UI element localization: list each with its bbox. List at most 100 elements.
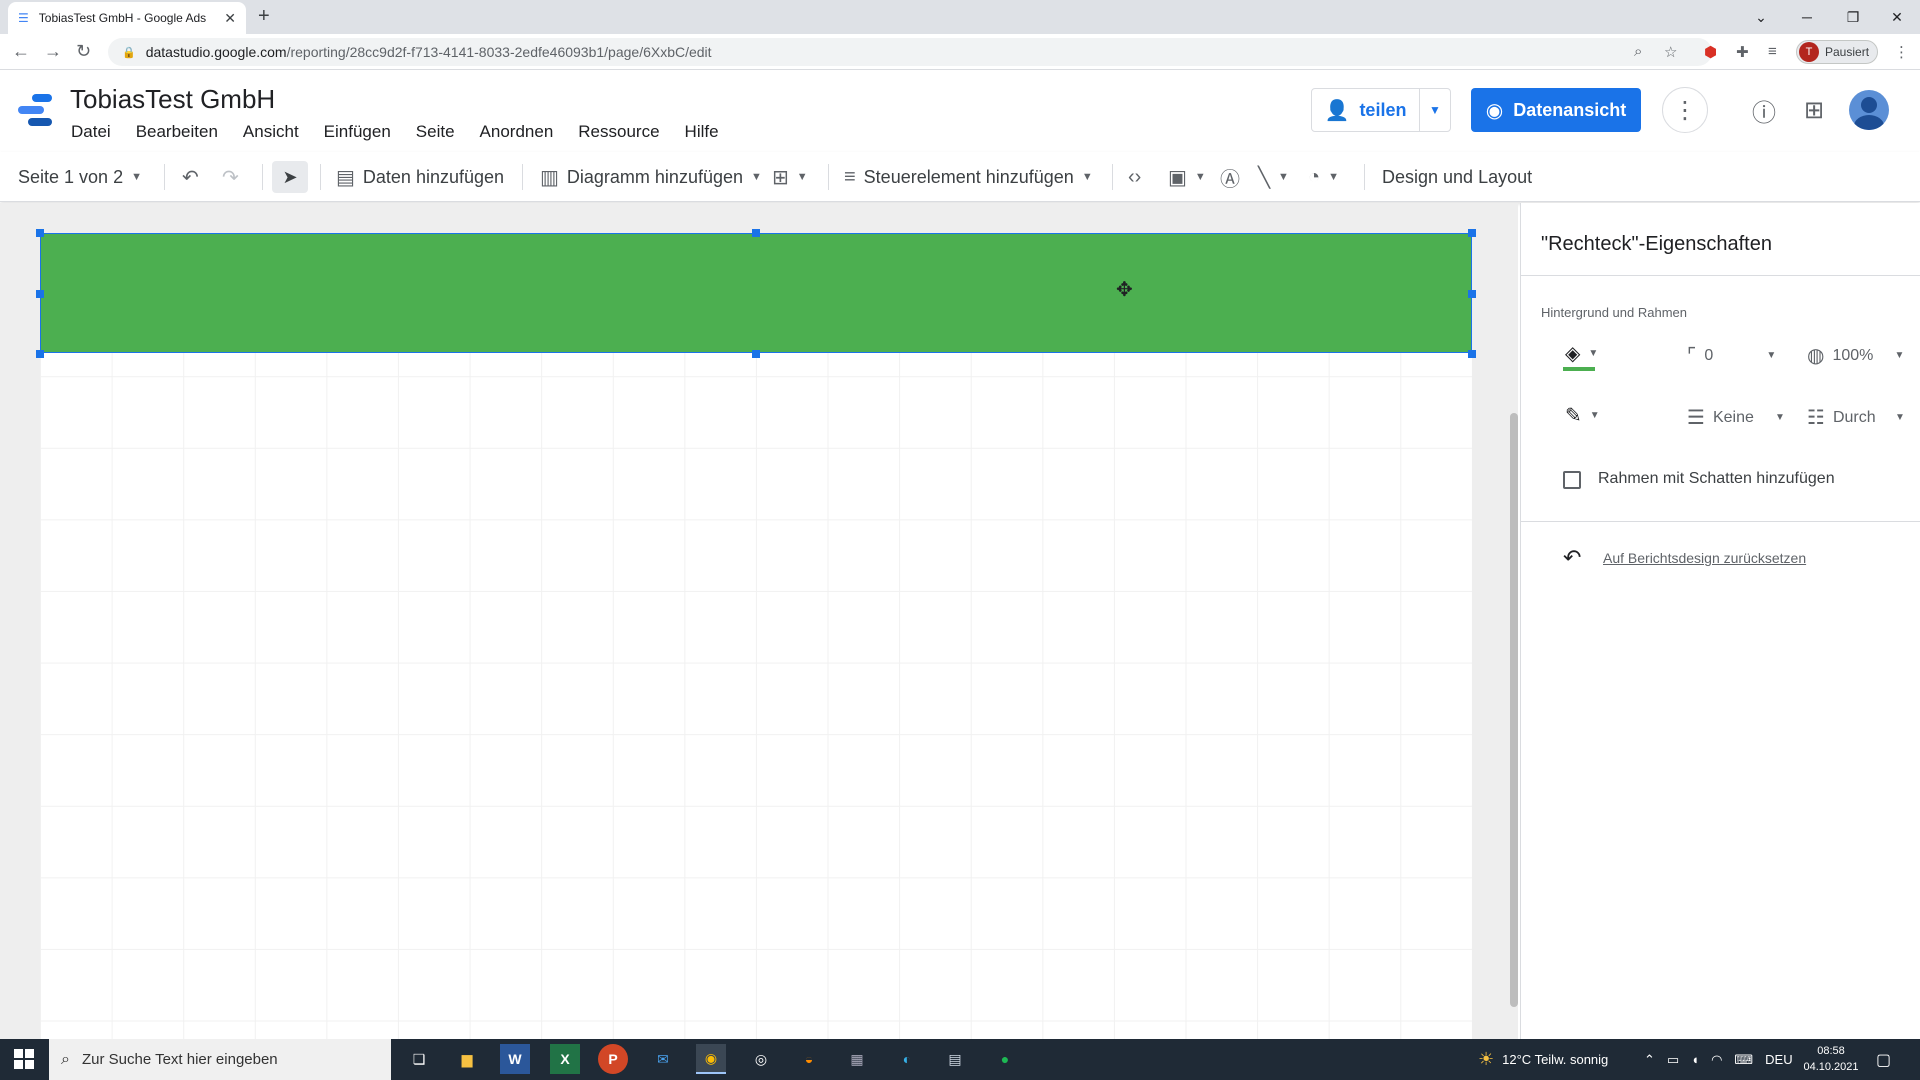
resize-handle-top-right[interactable] bbox=[1468, 229, 1476, 237]
app-icon[interactable]: ◒ bbox=[794, 1044, 824, 1074]
word-icon[interactable]: W bbox=[500, 1044, 530, 1074]
reset-theme-link[interactable]: Auf Berichtsdesign zurücksetzen bbox=[1603, 550, 1806, 566]
language-indicator[interactable]: DEU bbox=[1765, 1052, 1792, 1067]
share-dropdown-icon[interactable]: ▼ bbox=[1420, 103, 1450, 117]
theme-layout-label: Design und Layout bbox=[1382, 166, 1533, 187]
edge-icon[interactable]: ◐ bbox=[892, 1044, 922, 1074]
share-button[interactable]: 👤 teilen bbox=[1312, 89, 1420, 131]
embed-url-button[interactable]: ‹› bbox=[1128, 152, 1141, 202]
windows-start-icon[interactable] bbox=[14, 1049, 34, 1069]
reload-icon[interactable]: ↻ bbox=[76, 41, 91, 62]
filter-icon: ≡ bbox=[844, 165, 856, 188]
excel-icon[interactable]: X bbox=[550, 1044, 580, 1074]
obs-icon[interactable]: ◎ bbox=[746, 1044, 776, 1074]
back-icon[interactable]: ← bbox=[12, 41, 30, 62]
chevron-down-icon: ▼ bbox=[751, 171, 762, 183]
resize-handle-top[interactable] bbox=[752, 229, 760, 237]
canvas-scrollbar[interactable] bbox=[1510, 413, 1518, 1007]
spotify-icon[interactable]: ● bbox=[990, 1044, 1020, 1074]
chrome-icon[interactable]: ◉ bbox=[696, 1044, 726, 1074]
mail-icon[interactable]: ✉ bbox=[648, 1044, 678, 1074]
menu-anordnen[interactable]: Anordnen bbox=[480, 122, 554, 142]
report-title[interactable]: TobiasTest GmbH bbox=[70, 84, 275, 115]
resize-handle-right[interactable] bbox=[1468, 290, 1476, 298]
add-control-button[interactable]: ≡ Steuerelement hinzufügen ▼ bbox=[844, 152, 1093, 202]
minimize-icon[interactable]: ─ bbox=[1784, 0, 1830, 34]
select-tool-button[interactable]: ➤ bbox=[272, 161, 308, 193]
shape-button[interactable]: ◔ ▼ bbox=[1308, 152, 1339, 202]
datastudio-favicon-icon: ☰ bbox=[18, 11, 29, 25]
add-chart-button[interactable]: ▥ Diagramm hinzufügen ▼ bbox=[540, 152, 762, 202]
border-radius-select[interactable]: ⌜ 0 ▼ bbox=[1687, 343, 1776, 368]
theme-layout-button[interactable]: Design und Layout bbox=[1382, 152, 1532, 202]
shadow-checkbox[interactable] bbox=[1563, 471, 1581, 489]
resize-handle-top-left[interactable] bbox=[36, 229, 44, 237]
border-weight-select[interactable]: ☰ Keine ▼ bbox=[1687, 405, 1785, 430]
notifications-icon[interactable]: ▢ bbox=[1876, 1039, 1891, 1080]
help-icon[interactable]: ⓘ bbox=[1744, 90, 1784, 130]
volume-icon[interactable]: ◖ bbox=[1691, 1052, 1699, 1067]
page-selector[interactable]: Seite 1 von 2 ▼ bbox=[18, 152, 142, 202]
zoom-icon[interactable]: ⌕ bbox=[1634, 43, 1642, 60]
extensions-icon[interactable]: ✚ bbox=[1736, 43, 1749, 61]
restore-icon[interactable]: ❐ bbox=[1830, 0, 1876, 34]
redo-button[interactable]: ↷ bbox=[222, 152, 239, 202]
line-icon: ╲ bbox=[1258, 166, 1271, 189]
task-view-icon[interactable]: ❏ bbox=[404, 1044, 434, 1074]
bookmark-star-icon[interactable]: ☆ bbox=[1664, 43, 1677, 61]
close-window-icon[interactable]: ✕ bbox=[1874, 0, 1920, 34]
opacity-select[interactable]: ◍ 100% ▼ bbox=[1807, 343, 1904, 368]
browser-menu-icon[interactable]: ⋮ bbox=[1894, 43, 1909, 61]
user-avatar[interactable] bbox=[1849, 90, 1889, 130]
url-input[interactable]: 🔒 datastudio.google.com/reporting/28cc9d… bbox=[108, 38, 1712, 66]
taskbar-search-input[interactable]: ⌕ Zur Suche Text hier eingeben bbox=[49, 1039, 391, 1080]
more-options-icon[interactable]: ⋮ bbox=[1662, 87, 1708, 133]
keyboard-icon[interactable]: ⌨ bbox=[1734, 1052, 1753, 1068]
reset-undo-icon[interactable]: ↶ bbox=[1563, 545, 1581, 571]
weather-widget[interactable]: ☀ 12°C Teilw. sonnig bbox=[1478, 1039, 1608, 1080]
border-color-picker[interactable]: ✎ ▼ bbox=[1565, 403, 1600, 428]
menu-ansicht[interactable]: Ansicht bbox=[243, 122, 299, 142]
media-control-icon[interactable]: ≡ bbox=[1768, 43, 1777, 60]
forward-icon[interactable]: → bbox=[44, 41, 62, 62]
undo-button[interactable]: ↶ bbox=[182, 152, 199, 202]
menu-ressource[interactable]: Ressource bbox=[578, 122, 659, 142]
resize-handle-bottom[interactable] bbox=[752, 350, 760, 358]
menu-datei[interactable]: Datei bbox=[71, 122, 111, 142]
resize-handle-bottom-right[interactable] bbox=[1468, 350, 1476, 358]
remote-app-icon[interactable]: ▦ bbox=[842, 1044, 872, 1074]
lock-icon: 🔒 bbox=[122, 46, 136, 59]
selected-rectangle[interactable] bbox=[40, 233, 1472, 353]
menu-bearbeiten[interactable]: Bearbeiten bbox=[136, 122, 218, 142]
tray-chevron-icon[interactable]: ⌃ bbox=[1644, 1052, 1655, 1068]
close-tab-icon[interactable]: ✕ bbox=[224, 10, 236, 27]
menu-einfuegen[interactable]: Einfügen bbox=[324, 122, 391, 142]
apps-grid-icon[interactable]: ⊞ bbox=[1794, 90, 1834, 130]
view-mode-button[interactable]: ◉ Datenansicht bbox=[1471, 88, 1641, 132]
line-button[interactable]: ╲ ▼ bbox=[1258, 152, 1289, 202]
share-button-group: 👤 teilen ▼ bbox=[1311, 88, 1451, 132]
add-data-button[interactable]: ▤ Daten hinzufügen bbox=[336, 152, 504, 202]
text-button[interactable]: Ⓐ bbox=[1220, 152, 1240, 202]
profile-button[interactable]: T Pausiert bbox=[1796, 40, 1879, 64]
network-icon[interactable]: ◠ bbox=[1711, 1052, 1722, 1068]
new-tab-button[interactable]: + bbox=[258, 5, 270, 28]
browser-tab[interactable]: ☰ TobiasTest GmbH - Google Ads ✕ bbox=[8, 2, 246, 34]
notepad-icon[interactable]: ▤ bbox=[940, 1044, 970, 1074]
community-viz-button[interactable]: ⊞ ▼ bbox=[772, 152, 808, 202]
fill-color-picker[interactable]: ◈ ▼ bbox=[1565, 341, 1598, 366]
taskbar-clock[interactable]: 08:58 04.10.2021 bbox=[1803, 1043, 1859, 1075]
powerpoint-icon[interactable]: P bbox=[598, 1044, 628, 1074]
resize-handle-left[interactable] bbox=[36, 290, 44, 298]
menu-hilfe[interactable]: Hilfe bbox=[685, 122, 719, 142]
resize-handle-bottom-left[interactable] bbox=[36, 350, 44, 358]
meet-now-icon[interactable]: ▭ bbox=[1667, 1052, 1679, 1068]
image-button[interactable]: ▣ ▼ bbox=[1168, 152, 1206, 202]
file-explorer-icon[interactable]: ▆ bbox=[452, 1044, 482, 1074]
border-style-select[interactable]: ☷ Durch ▼ bbox=[1807, 405, 1905, 430]
shadow-label: Rahmen mit Schatten hinzufügen bbox=[1598, 470, 1835, 487]
datastudio-logo-icon[interactable] bbox=[18, 92, 54, 128]
menu-seite[interactable]: Seite bbox=[416, 122, 455, 142]
adblock-icon[interactable]: ⬢ bbox=[1704, 43, 1717, 61]
tab-search-icon[interactable]: ⌄ bbox=[1738, 0, 1784, 34]
